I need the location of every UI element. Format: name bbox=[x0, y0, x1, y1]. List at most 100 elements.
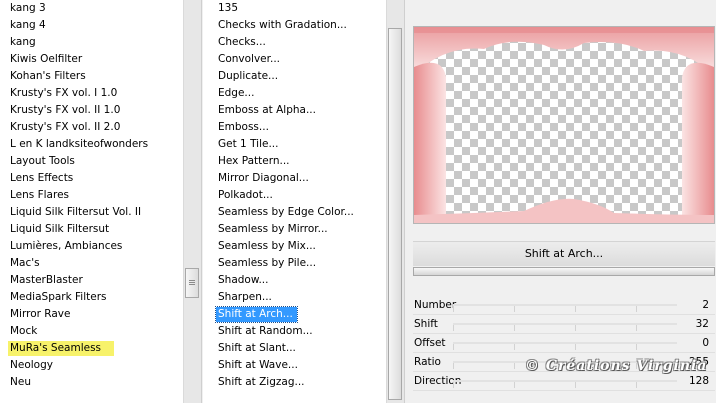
pink-arch-frame bbox=[414, 27, 714, 223]
watermark-text: © Créations Virginia bbox=[525, 358, 708, 374]
category-item-krusty-s-fx-vol-ii-1-0[interactable]: Krusty's FX vol. II 1.0 bbox=[0, 102, 183, 119]
filter-item-shift-at-random[interactable]: Shift at Random... bbox=[203, 323, 386, 340]
param-slider-ticks bbox=[453, 344, 677, 350]
param-slider-ticks bbox=[453, 306, 677, 312]
filter-item-label: Checks with Gradation... bbox=[218, 19, 347, 31]
category-item-label: MuRa's Seamless bbox=[8, 341, 115, 356]
grip-icon bbox=[189, 280, 195, 286]
filter-item-label: Hex Pattern... bbox=[218, 155, 290, 167]
category-item-neu[interactable]: Neu bbox=[0, 374, 183, 391]
param-name: Ratio bbox=[414, 356, 441, 368]
filter-item-duplicate[interactable]: Duplicate... bbox=[203, 68, 386, 85]
filter-item-label: Shift at Zigzag... bbox=[218, 376, 305, 388]
filter-item-checks-with-gradation[interactable]: Checks with Gradation... bbox=[203, 17, 386, 34]
filter-list: 135 Checks with Gradation... Checks... Conv… bbox=[203, 0, 386, 403]
param-row-direction[interactable]: Direction 128 bbox=[413, 372, 715, 391]
filter-item-seamless-by-mirror[interactable]: Seamless by Mirror... bbox=[203, 221, 386, 238]
filter-item-emboss[interactable]: Emboss... bbox=[203, 119, 386, 136]
filter-item-label: Mirror Diagonal... bbox=[218, 172, 309, 184]
filter-item-edge[interactable]: Edge... bbox=[203, 85, 386, 102]
filter-item-emboss-at-alpha[interactable]: Emboss at Alpha... bbox=[203, 102, 386, 119]
category-item-liquid-silk-filtersut[interactable]: Liquid Silk Filtersut bbox=[0, 221, 183, 238]
filter-item-sharpen[interactable]: Sharpen... bbox=[203, 289, 386, 306]
category-item-label: Mirror Rave bbox=[10, 308, 71, 320]
filter-item-label: Seamless by Edge Color... bbox=[218, 206, 354, 218]
category-scrollbar[interactable] bbox=[183, 0, 201, 403]
category-item-mediaspark-filters[interactable]: MediaSpark Filters bbox=[0, 289, 183, 306]
category-item-mirror-rave[interactable]: Mirror Rave bbox=[0, 306, 183, 323]
filter-item-shift-at-slant[interactable]: Shift at Slant... bbox=[203, 340, 386, 357]
filter-item-shadow[interactable]: Shadow... bbox=[203, 272, 386, 289]
filter-item-label: Polkadot... bbox=[218, 189, 273, 201]
filter-item-mirror-diagonal[interactable]: Mirror Diagonal... bbox=[203, 170, 386, 187]
category-item-kang-4[interactable]: kang 4 bbox=[0, 17, 183, 34]
filter-item-seamless-by-pile[interactable]: Seamless by Pile... bbox=[203, 255, 386, 272]
category-item-lens-flares[interactable]: Lens Flares bbox=[0, 187, 183, 204]
category-item-l-en-k-landksiteofwonders[interactable]: L en K landksiteofwonders bbox=[0, 136, 183, 153]
category-item-label: L en K landksiteofwonders bbox=[10, 138, 149, 150]
category-item-label: Liquid Silk Filtersut bbox=[10, 223, 110, 235]
category-item-lens-effects[interactable]: Lens Effects bbox=[0, 170, 183, 187]
category-item-krusty-s-fx-vol-ii-2-0[interactable]: Krusty's FX vol. II 2.0 bbox=[0, 119, 183, 136]
category-item-label: Neology bbox=[10, 359, 53, 371]
filter-item-label: Seamless by Pile... bbox=[218, 257, 317, 269]
category-item-kiwis-oelfilter[interactable]: Kiwis Oelfilter bbox=[0, 51, 183, 68]
filter-item-polkadot[interactable]: Polkadot... bbox=[203, 187, 386, 204]
filter-item-label: Emboss... bbox=[218, 121, 269, 133]
filter-item-shift-at-zigzag[interactable]: Shift at Zigzag... bbox=[203, 374, 386, 391]
category-item-neology[interactable]: Neology bbox=[0, 357, 183, 374]
category-item-label: Mock bbox=[10, 325, 38, 337]
category-item-kang-3[interactable]: kang 3 bbox=[0, 0, 183, 17]
category-item-liquid-silk-filtersut-vol-ii[interactable]: Liquid Silk Filtersut Vol. II bbox=[0, 204, 183, 221]
category-item-label: Kohan's Filters bbox=[10, 70, 86, 82]
category-list: kang 3 kang 4 kang Kiwis Oelfilter Kohan's F… bbox=[0, 0, 183, 403]
category-item-label: MasterBlaster bbox=[10, 274, 83, 286]
param-row-shift[interactable]: Shift 32 bbox=[413, 315, 715, 334]
category-item-masterblaster[interactable]: MasterBlaster bbox=[0, 272, 183, 289]
filter-item-hex-pattern[interactable]: Hex Pattern... bbox=[203, 153, 386, 170]
filter-scrollbar[interactable] bbox=[386, 0, 404, 403]
param-row-offset[interactable]: Offset 0 bbox=[413, 334, 715, 353]
filter-item-checks[interactable]: Checks... bbox=[203, 34, 386, 51]
param-name: Shift bbox=[414, 318, 438, 330]
category-item-label: Layout Tools bbox=[10, 155, 75, 167]
param-row-number[interactable]: Number 2 bbox=[413, 296, 715, 315]
category-item-krusty-s-fx-vol-i-1-0[interactable]: Krusty's FX vol. I 1.0 bbox=[0, 85, 183, 102]
filter-item-label: Get 1 Tile... bbox=[218, 138, 279, 150]
filter-item-shift-at-wave[interactable]: Shift at Wave... bbox=[203, 357, 386, 374]
filter-item-label: Shift at Wave... bbox=[218, 359, 298, 371]
filter-item-label: Shift at Random... bbox=[218, 325, 313, 337]
category-item-mock[interactable]: Mock bbox=[0, 323, 183, 340]
filter-item-label: Convolver... bbox=[218, 53, 281, 65]
preview-panel: Shift at Arch... Number 2 Shift 32 Offset 0 Ra… bbox=[406, 0, 716, 403]
filter-item-convolver[interactable]: Convolver... bbox=[203, 51, 386, 68]
filter-item-label: Seamless by Mirror... bbox=[218, 223, 328, 235]
category-item-layout-tools[interactable]: Layout Tools bbox=[0, 153, 183, 170]
category-item-mura-s-seamless[interactable]: MuRa's Seamless bbox=[0, 340, 183, 357]
category-item-kohan-s-filters[interactable]: Kohan's Filters bbox=[0, 68, 183, 85]
category-item-mac-s[interactable]: Mac's bbox=[0, 255, 183, 272]
category-item-lumi-res-ambiances[interactable]: Lumières, Ambiances bbox=[0, 238, 183, 255]
filter-item-seamless-by-edge-color[interactable]: Seamless by Edge Color... bbox=[203, 204, 386, 221]
category-item-label: Kiwis Oelfilter bbox=[10, 53, 83, 65]
param-name: Offset bbox=[414, 337, 446, 349]
filter-item-label: Shadow... bbox=[218, 274, 269, 286]
filter-item-135[interactable]: 135 bbox=[203, 0, 386, 17]
category-scrollbar-thumb[interactable] bbox=[185, 268, 199, 298]
filter-item-label: Shift at Slant... bbox=[218, 342, 296, 354]
filter-item-label: Edge... bbox=[218, 87, 255, 99]
filter-item-label: Emboss at Alpha... bbox=[218, 104, 316, 116]
category-item-label: kang bbox=[10, 36, 36, 48]
filter-item-shift-at-arch[interactable]: Shift at Arch... bbox=[203, 306, 386, 323]
filter-item-get-1-tile[interactable]: Get 1 Tile... bbox=[203, 136, 386, 153]
param-value: 32 bbox=[695, 318, 709, 330]
filter-item-seamless-by-mix[interactable]: Seamless by Mix... bbox=[203, 238, 386, 255]
filter-item-label: Duplicate... bbox=[218, 70, 279, 82]
category-item-kang[interactable]: kang bbox=[0, 34, 183, 51]
filter-scrollbar-thumb[interactable] bbox=[388, 28, 402, 400]
param-slider-ticks bbox=[453, 325, 677, 331]
param-value: 2 bbox=[702, 299, 709, 311]
parameter-list: Number 2 Shift 32 Offset 0 Ratio 255 Direction 12… bbox=[413, 296, 715, 391]
preview-image bbox=[413, 26, 715, 224]
filter-item-label: 135 bbox=[218, 2, 239, 14]
